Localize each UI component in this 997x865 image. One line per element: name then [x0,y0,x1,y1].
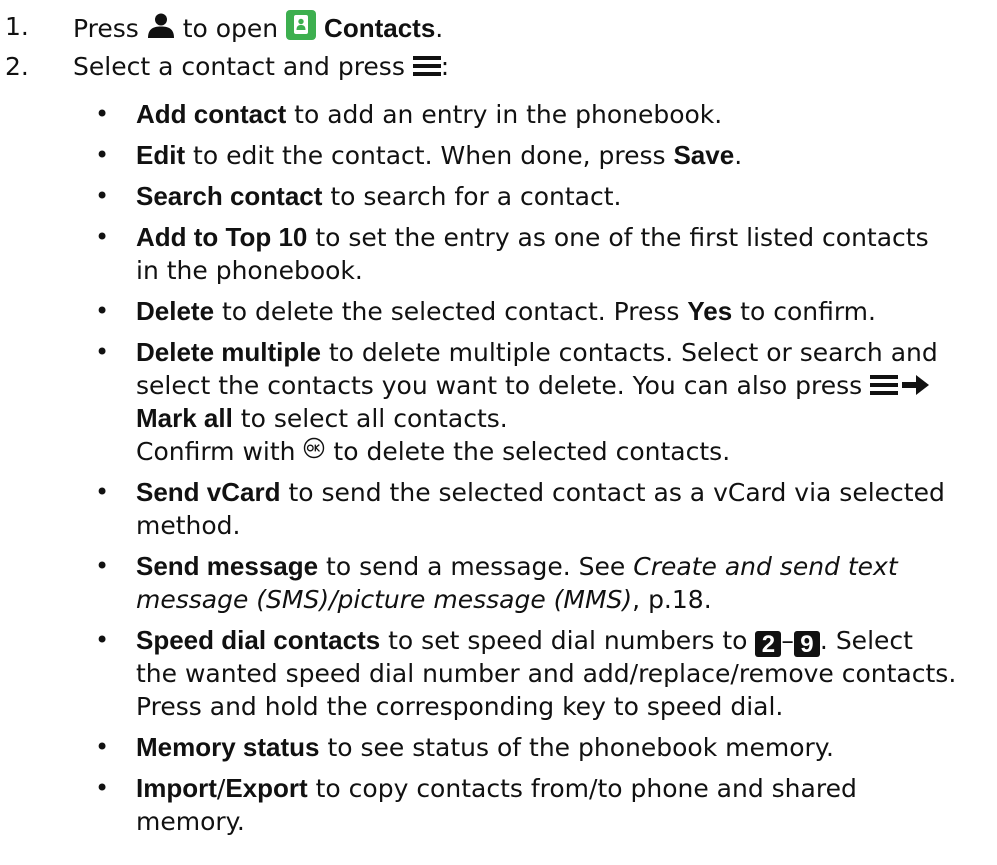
bullet: • [95,626,110,654]
step-text: to open [182,14,287,43]
bullet: • [95,182,110,210]
key-9-icon: 9 [793,631,820,658]
contacts-app-icon [286,10,317,40]
options-list: • Add contact to add an entry in the pho… [0,98,997,838]
bullet: • [95,552,110,580]
step-text: Select a contact and press [73,52,413,81]
list-item-search-contact: • Search contact to search for a contact… [95,181,622,211]
contacts-label: Contacts [324,13,436,43]
list-item-send-vcard: • Send vCard to send the selected contac… [95,477,945,540]
arrow-right-icon [902,375,930,395]
list-item-add-to-top-10: • Add to Top 10 to set the entry as one … [95,222,929,285]
bullet: • [95,338,110,366]
menu-icon [870,375,899,395]
bullet: • [95,733,110,761]
person-icon [147,13,174,38]
bullet: • [95,478,110,506]
ok-key-icon [304,437,325,459]
bullet: • [95,141,110,169]
bullet: • [95,223,110,251]
list-item-edit: • Edit to edit the contact. When done, p… [95,140,743,170]
key-2-icon: 2 [755,631,782,658]
step-text: Press [73,14,147,43]
bullet: • [95,297,110,325]
list-item-delete-multiple: • Delete multiple to delete multiple con… [95,337,938,466]
menu-icon [412,56,441,76]
bullet: • [95,774,110,802]
list-item-add-contact: • Add contact to add an entry in the pho… [95,99,723,129]
step-number: 1. [5,12,29,41]
list-item-send-message: • Send message to send a message. See Cr… [95,551,898,614]
step-number: 2. [5,52,29,81]
list-item-speed-dial: • Speed dial contacts to set speed dial … [95,625,957,721]
list-item-memory-status: • Memory status to see status of the pho… [95,732,834,762]
list-item-delete: • Delete to delete the selected contact.… [95,296,876,326]
bullet: • [95,100,110,128]
list-item-import-export: • Import/Export to copy contacts from/to… [95,773,857,836]
